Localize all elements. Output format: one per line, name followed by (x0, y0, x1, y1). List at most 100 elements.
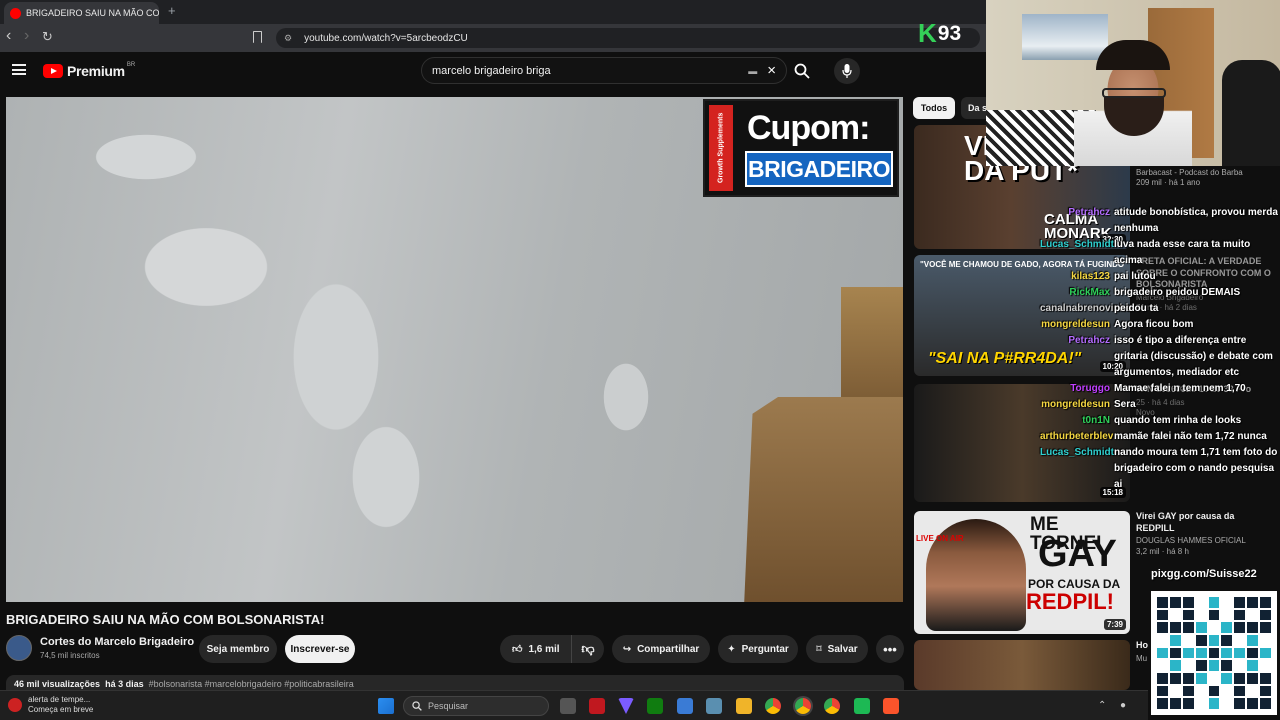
qr-module (1234, 635, 1246, 646)
more-actions-button[interactable]: ••• (876, 635, 904, 663)
qr-module (1157, 597, 1168, 608)
chat-text: Sera (1114, 399, 1136, 410)
qr-module (1157, 635, 1168, 646)
hashtags[interactable]: #bolsonarista #marcelobrigadeiro #politi… (149, 679, 354, 689)
qr-module (1247, 660, 1259, 671)
rec-stats: 3,2 mil · há 8 h (1136, 546, 1189, 556)
qr-module (1208, 597, 1220, 608)
chat-message: RickMax brigadeiro peidou DEMAIS (1040, 285, 1278, 301)
task-view-icon[interactable] (560, 698, 576, 714)
score-value: 93 (937, 21, 962, 45)
bookmark-icon[interactable] (253, 31, 262, 43)
chrome-profile-icon[interactable] (824, 698, 840, 714)
new-tab-button[interactable]: + (168, 3, 176, 18)
voice-search-button[interactable] (834, 58, 860, 84)
chat-message: t0n1N quando tem rinha de looks (1040, 413, 1278, 429)
brave-icon[interactable] (883, 698, 899, 714)
recommendation-thumbnail[interactable]: LIVE ON AIR ME TORNEI GAY POR CAUSA DA R… (914, 511, 1130, 634)
tray-chevron-icon[interactable]: ⌃ (1098, 700, 1106, 711)
video-duration: 7:39 (1103, 619, 1126, 630)
recommendation-meta[interactable]: Barbacast - Podcast do Barba 209 mil · h… (1136, 168, 1276, 189)
qr-module (1260, 597, 1271, 608)
app-icon[interactable] (589, 698, 605, 714)
reload-button[interactable]: ↻ (42, 29, 53, 45)
qr-module (1247, 609, 1259, 621)
share-button[interactable]: ↪ Compartilhar (612, 635, 710, 663)
recommendation-thumbnail[interactable] (914, 640, 1130, 690)
channel-avatar[interactable] (6, 635, 32, 661)
app-green-icon[interactable] (854, 698, 870, 714)
chat-username: arthurbeterblev (1040, 431, 1114, 442)
forward-button[interactable]: › (24, 27, 29, 45)
qr-module (1182, 635, 1194, 646)
search-button[interactable] (788, 57, 816, 84)
like-count: 1,6 mil (528, 643, 560, 655)
qr-module (1182, 660, 1194, 671)
chrome-icon[interactable] (765, 698, 781, 714)
chat-message: kilas123 pai lutou (1040, 269, 1278, 285)
settings-icon[interactable] (706, 698, 722, 714)
channel-name[interactable]: Cortes do Marcelo Brigadeiro (40, 636, 194, 648)
view-count: 46 mil visualizações (14, 679, 101, 689)
start-icon[interactable] (378, 698, 394, 714)
qr-module (1182, 647, 1194, 659)
alert-title: alerta de tempe... (28, 695, 91, 704)
chat-message: arthurbeterblev mamãe falei não tem 1,72 … (1040, 429, 1278, 445)
rec-channel: Mu (1136, 653, 1148, 663)
site-info-icon[interactable]: ⚙ (284, 33, 292, 44)
qr-module (1182, 685, 1194, 697)
chrome-active-icon[interactable] (795, 698, 811, 714)
qr-module (1260, 647, 1271, 659)
join-button[interactable]: Seja membro (199, 635, 277, 663)
subscriber-count: 74,5 mil inscritos (40, 651, 100, 660)
recommendation-meta[interactable]: Ho Mu (1136, 640, 1150, 664)
chat-text: isso é tipo a diferença entre gritaria (… (1114, 335, 1273, 378)
thumbs-down-icon: 👎︎ (581, 641, 595, 656)
qr-module (1247, 647, 1259, 659)
xbox-icon[interactable] (647, 698, 663, 714)
qr-module (1195, 698, 1207, 709)
qr-module (1157, 647, 1168, 659)
menu-icon[interactable] (12, 64, 26, 75)
chat-text: mamãe falei não tem 1,72 nunca (1114, 431, 1267, 442)
back-button[interactable]: ‹ (6, 27, 11, 45)
qr-module (1260, 673, 1271, 684)
folder-icon[interactable] (736, 698, 752, 714)
qr-module (1234, 685, 1246, 697)
chat-username: t0n1N (1082, 415, 1110, 426)
chip-all[interactable]: Todos (913, 97, 955, 119)
ask-button[interactable]: ✦ Perguntar (718, 635, 798, 663)
qr-module (1195, 609, 1207, 621)
taskbar-search[interactable]: Pesquisar (403, 696, 549, 716)
like-button[interactable]: 👍︎ 1,6 mil (500, 635, 572, 663)
subscribe-button[interactable]: Inscrever-se (285, 635, 355, 663)
qr-module (1182, 609, 1194, 621)
url-field[interactable]: ⚙ youtube.com/watch?v=5arcbeodzCU (276, 28, 980, 48)
qr-module (1157, 685, 1168, 697)
youtube-logo[interactable]: Premium BR (43, 62, 136, 79)
chat-message: Toruggo Mamae falei n tem nem 1,70 (1040, 381, 1278, 397)
chat-username: Lucas_Schmidt (1040, 239, 1114, 250)
weather-widget[interactable]: alerta de tempe... Começa em breve (8, 695, 93, 715)
qr-module (1169, 698, 1181, 709)
qr-module (1169, 660, 1181, 671)
tray-network-icon[interactable]: ● (1120, 700, 1126, 711)
thumbs-up-icon: 👍︎ (512, 644, 523, 655)
recommendation-meta[interactable]: Virei GAY por causa da REDPILL DOUGLAS H… (1136, 511, 1246, 557)
qr-module (1208, 673, 1220, 684)
logo-region: BR (126, 62, 136, 68)
microphone-icon (842, 64, 852, 78)
docs-icon[interactable] (677, 698, 693, 714)
browser-tab[interactable]: BRIGADEIRO SAIU NA MÃO COM × (4, 2, 159, 24)
qr-module (1208, 685, 1220, 697)
search-input[interactable]: marcelo brigadeiro briga ▬ × (421, 57, 787, 84)
dislike-button[interactable]: 👎︎ (572, 641, 604, 657)
streamer-glasses (1102, 88, 1166, 98)
keyboard-icon[interactable]: ▬ (748, 66, 757, 76)
qr-module (1169, 622, 1181, 633)
clear-search-icon[interactable]: × (767, 62, 776, 79)
save-button[interactable]: ⌑ Salvar (806, 635, 868, 663)
thumb-text: GAY (1038, 533, 1117, 575)
qr-module (1182, 698, 1194, 709)
chat-text: nando moura tem 1,71 tem foto do brigade… (1114, 447, 1278, 490)
